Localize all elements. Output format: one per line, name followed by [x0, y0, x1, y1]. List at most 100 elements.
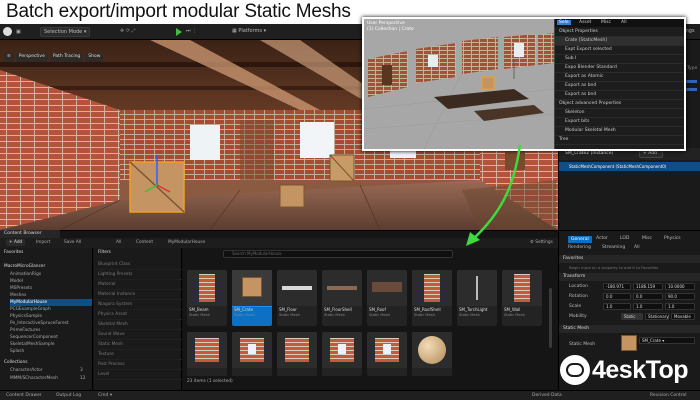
filter-item[interactable]: Static Mesh: [94, 340, 182, 350]
filter-item[interactable]: Material: [94, 280, 182, 290]
popup-menu-item[interactable]: Tree: [555, 136, 684, 145]
filter-item[interactable]: Texture: [94, 350, 182, 360]
tab-streaming[interactable]: Streaming: [602, 245, 625, 250]
collection-item[interactable]: MMM/SCharacterMesh: [10, 376, 58, 381]
popup-viewport[interactable]: User Perspective (1) Collection | Crate: [364, 19, 554, 149]
folder-tree-item[interactable]: SequencerComponent: [10, 334, 92, 341]
content-drawer-button[interactable]: Content Drawer: [6, 393, 42, 398]
play-controls[interactable]: ⏭ ⋮: [186, 28, 197, 34]
popup-menu-item[interactable]: Export as Atomic: [555, 73, 684, 82]
tab-rendering[interactable]: Rendering: [568, 245, 591, 250]
rotation-z[interactable]: 90.0: [665, 293, 695, 300]
popup-tab-selected[interactable]: Sele: [557, 20, 571, 25]
folder-tree-item[interactable]: Pe_InteractiveSpruceForest: [10, 320, 92, 327]
filter-item[interactable]: Material Instance: [94, 290, 182, 300]
save-all-button[interactable]: Save All: [64, 240, 81, 245]
asset-tile[interactable]: [367, 332, 407, 376]
tab-actor[interactable]: Actor: [596, 236, 608, 241]
popup-menu-item[interactable]: Export as bnd: [555, 82, 684, 91]
popup-menu-item[interactable]: Export bits: [555, 118, 684, 127]
popup-menu-item[interactable]: Sub I: [555, 55, 684, 64]
transform-section[interactable]: Transform: [559, 273, 700, 281]
breadcrumb-all[interactable]: All: [116, 240, 121, 245]
tab-all[interactable]: All: [634, 245, 640, 250]
asset-tile[interactable]: SM_Roof Static Mesh: [367, 270, 407, 326]
location-z[interactable]: 10.0000: [665, 283, 695, 290]
popup-menu-item[interactable]: Expo Blender Standard: [555, 64, 684, 73]
tab-physics[interactable]: Physics: [664, 236, 681, 241]
filter-item[interactable]: Blueprint Class: [94, 260, 182, 270]
cmd-dropdown[interactable]: Cmd ▾: [98, 393, 112, 398]
rotation-y[interactable]: 0.0: [633, 293, 663, 300]
favorites-section[interactable]: Favorites: [559, 255, 700, 263]
mobility-movable[interactable]: Movable: [671, 313, 695, 320]
popup-menu-item[interactable]: Expt Export selected: [555, 46, 684, 55]
filter-item[interactable]: Sound Wave: [94, 330, 182, 340]
static-mesh-dropdown[interactable]: SM_Crate ▾: [639, 337, 695, 344]
collection-item[interactable]: CharacterActor: [10, 368, 43, 373]
popup-menu-item[interactable]: Skeleton: [555, 109, 684, 118]
show-button[interactable]: Show: [85, 53, 104, 62]
popup-menu-item[interactable]: Export as bnd: [555, 91, 684, 100]
scale-y[interactable]: 1.0: [633, 303, 663, 310]
save-icon[interactable]: ▣: [16, 29, 21, 35]
filters-header[interactable]: Filters: [98, 250, 111, 255]
favorites-header[interactable]: Favorites: [4, 250, 23, 255]
tab-misc[interactable]: Misc: [642, 236, 652, 241]
folder-tree-item[interactable]: MyModularHouse: [10, 299, 92, 306]
rotation-x[interactable]: 0.0: [603, 293, 631, 300]
filter-item[interactable]: Skeletal Mesh: [94, 320, 182, 330]
tab-lod[interactable]: LOD: [620, 236, 629, 241]
filter-item[interactable]: Post Process: [94, 360, 182, 370]
mobility-stationary[interactable]: Stationary: [645, 313, 669, 320]
folder-tree-item[interactable]: PhysicsSample: [10, 313, 92, 320]
static-mesh-section[interactable]: Static Mesh: [559, 325, 700, 333]
popup-menu-item[interactable]: Object Properties: [555, 28, 684, 37]
import-button[interactable]: Import: [36, 240, 50, 245]
popup-menu-item[interactable]: Crate [StaticMesh]: [555, 37, 684, 46]
popup-menu-item[interactable]: Modular Skeletal Mesh: [555, 127, 684, 136]
asset-tile[interactable]: [412, 332, 452, 376]
mobility-static[interactable]: Static: [621, 313, 643, 320]
filter-item[interactable]: Physics Asset: [94, 310, 182, 320]
output-log-button[interactable]: Output Log: [56, 393, 81, 398]
asset-tile[interactable]: SM_TorchLight Static Mesh: [457, 270, 497, 326]
tree-root[interactable]: MacroMicroGlancer: [4, 264, 45, 269]
asset-tile[interactable]: [322, 332, 362, 376]
folder-tree-item[interactable]: MSPresets: [10, 285, 92, 292]
folder-tree-item[interactable]: Meshes: [10, 292, 92, 299]
filter-item[interactable]: Level: [94, 370, 182, 380]
asset-tile[interactable]: [232, 332, 272, 376]
folder-tree-item[interactable]: PCGExampleGraph: [10, 306, 92, 313]
component-row[interactable]: StaticMeshComponent (StaticMeshComponent…: [559, 162, 700, 171]
asset-tile[interactable]: SM_Crate Static Mesh: [232, 270, 272, 326]
breadcrumb-content[interactable]: Content: [136, 240, 153, 245]
filter-item[interactable]: Niagara System: [94, 300, 182, 310]
selection-mode-dropdown[interactable]: Selection Mode ▾: [40, 27, 90, 37]
collections-header[interactable]: Collections: [4, 360, 28, 365]
platforms-dropdown[interactable]: ▦ Platforms ▾: [232, 28, 266, 34]
viewport-menu-button[interactable]: ≡: [4, 53, 14, 62]
tab-general[interactable]: General: [568, 236, 592, 243]
scale-z[interactable]: 1.0: [665, 303, 695, 310]
scale-x[interactable]: 1.0: [603, 303, 631, 310]
asset-tile[interactable]: SM_Floor Static Mesh: [277, 270, 317, 326]
location-y[interactable]: 1186.159: [633, 283, 663, 290]
path-tracing-button[interactable]: Path Tracing: [49, 53, 84, 62]
folder-tree-item[interactable]: AnimationRigs: [10, 271, 92, 278]
content-browser-tab[interactable]: Content Browser: [0, 230, 60, 238]
folder-tree-item[interactable]: PrimeFactures: [10, 327, 92, 334]
asset-tile[interactable]: SM_FloorShell Static Mesh: [322, 270, 362, 326]
asset-tile[interactable]: [187, 332, 227, 376]
asset-tile[interactable]: [277, 332, 317, 376]
popup-tab[interactable]: All: [621, 20, 627, 25]
asset-search-input[interactable]: Search MyModularHouse: [223, 250, 453, 258]
folder-tree-item[interactable]: Model: [10, 278, 92, 285]
breadcrumb-mymodularhouse[interactable]: MyModularHouse: [168, 240, 205, 245]
filter-item[interactable]: Lighting Presets: [94, 270, 182, 280]
folder-tree-item[interactable]: SkeletalMeshSample: [10, 341, 92, 348]
revision-control-button[interactable]: Revision Control: [650, 393, 687, 398]
asset-tile[interactable]: SM_Beam Static Mesh: [187, 270, 227, 326]
asset-scrollbar[interactable]: [549, 288, 552, 348]
add-button[interactable]: + Add: [6, 239, 26, 246]
